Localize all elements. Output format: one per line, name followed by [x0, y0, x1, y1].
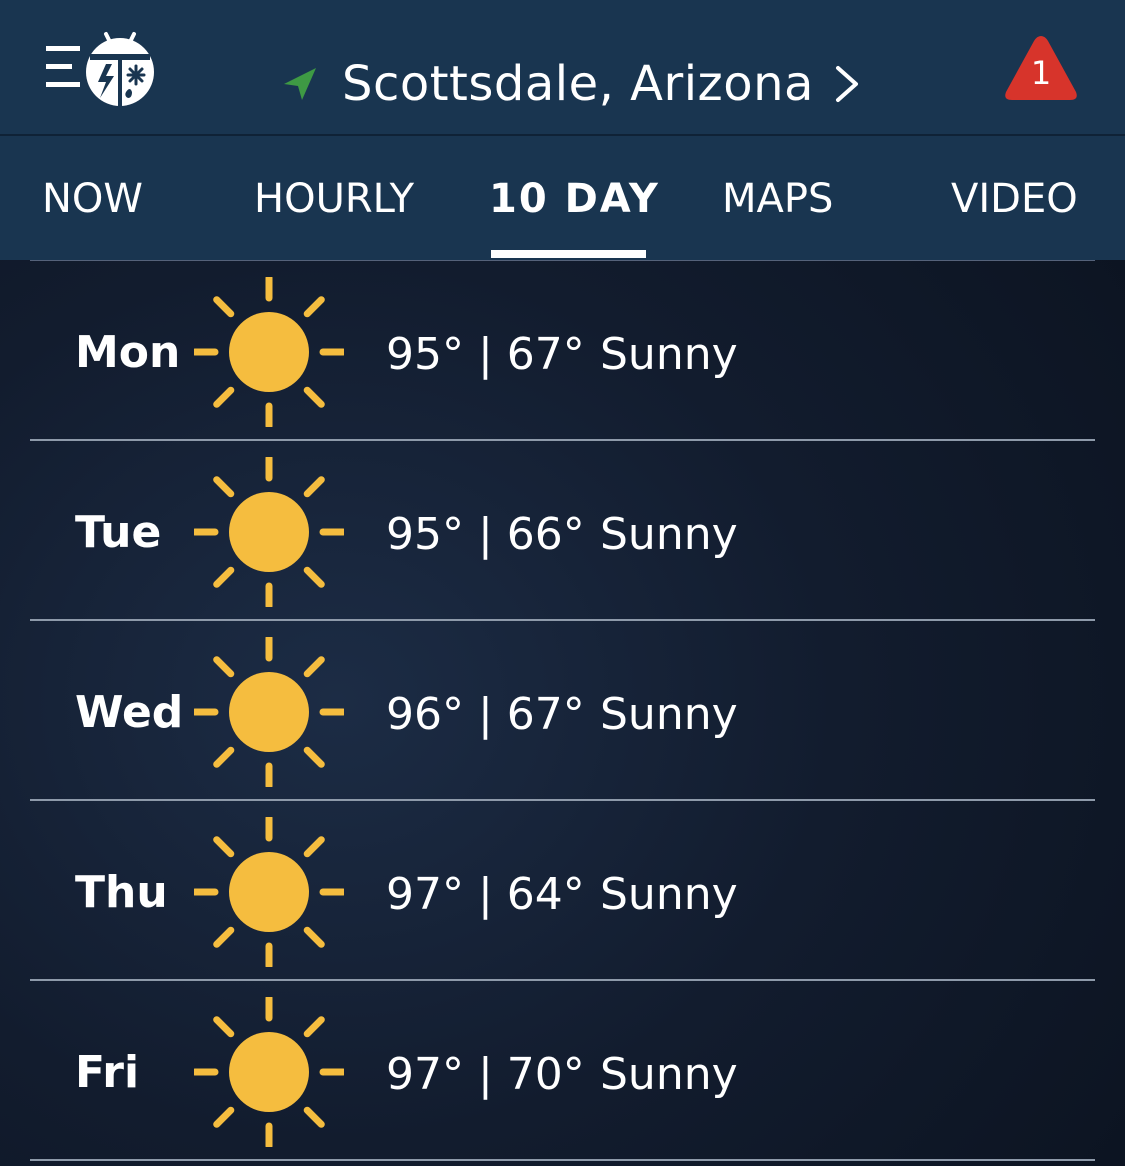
day-label: Mon	[75, 327, 181, 378]
tab-video[interactable]: VIDEO	[951, 176, 1078, 236]
tab-bar: NOW HOURLY 10 DAY MAPS VIDEO	[0, 136, 1125, 260]
forecast-row[interactable]: Fri 97° | 70° Sunny	[30, 981, 1095, 1161]
alert-count-badge: 1	[1030, 54, 1052, 92]
condition-label: Sunny	[600, 1049, 738, 1100]
weather-alert-button[interactable]: 1	[1002, 32, 1080, 104]
sun-icon	[191, 274, 347, 430]
sun-icon	[191, 634, 347, 790]
condition-label: Sunny	[600, 509, 738, 560]
forecast-row[interactable]: Mon 95° | 67° Sunny	[30, 260, 1095, 441]
location-selector[interactable]: Scottsdale, Arizona	[280, 44, 862, 124]
day-label: Wed	[75, 687, 184, 738]
tab-hourly[interactable]: HOURLY	[254, 176, 414, 236]
sun-icon	[191, 454, 347, 610]
high-low-temps: 95° | 67°	[386, 329, 585, 380]
location-name: Scottsdale, Arizona	[342, 56, 814, 112]
forecast-row[interactable]: Wed 96° | 67° Sunny	[30, 621, 1095, 801]
app-header: Scottsdale, Arizona 1	[0, 0, 1125, 136]
condition-label: Sunny	[600, 869, 738, 920]
day-label: Thu	[75, 867, 168, 918]
condition-label: Sunny	[600, 689, 738, 740]
tab-10-day[interactable]: 10 DAY	[489, 176, 660, 236]
high-low-temps: 96° | 67°	[386, 689, 585, 740]
chevron-right-icon	[835, 66, 858, 102]
day-label: Tue	[75, 507, 162, 558]
forecast-list: Mon 95° | 67° Sunny Tue 95° | 66° Sunny …	[30, 260, 1095, 1161]
sun-icon	[191, 994, 347, 1150]
forecast-row[interactable]: Tue 95° | 66° Sunny	[30, 441, 1095, 621]
high-low-temps: 97° | 64°	[386, 869, 585, 920]
day-label: Fri	[75, 1047, 140, 1098]
condition-label: Sunny	[600, 329, 738, 380]
app-window: Scottsdale, Arizona 1 NOW HOURLY 10 DAY …	[0, 0, 1125, 1166]
tab-now[interactable]: NOW	[42, 176, 143, 236]
forecast-row[interactable]: Thu 97° | 64° Sunny	[30, 801, 1095, 981]
tab-maps[interactable]: MAPS	[722, 176, 833, 236]
app-logo-icon	[46, 32, 154, 106]
high-low-temps: 95° | 66°	[386, 509, 585, 560]
high-low-temps: 97° | 70°	[386, 1049, 585, 1100]
location-arrow-icon	[284, 68, 316, 100]
sun-icon	[191, 814, 347, 970]
active-tab-indicator	[491, 250, 646, 258]
menu-button[interactable]	[44, 30, 164, 110]
